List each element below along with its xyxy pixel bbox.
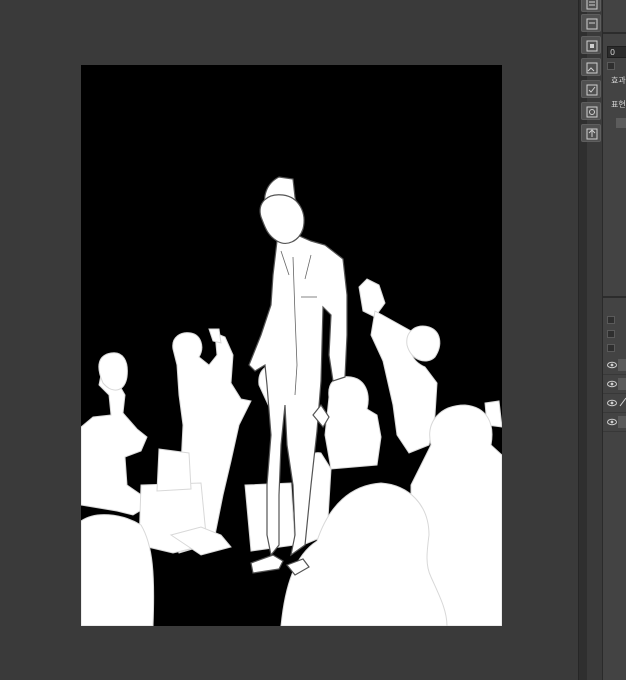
eye-icon[interactable] (607, 399, 617, 407)
panel-divider-2 (603, 296, 626, 298)
layer-row[interactable] (603, 356, 626, 375)
tool-button-2[interactable] (581, 14, 601, 32)
tool-button-7[interactable] (581, 124, 601, 142)
eye-icon[interactable] (607, 380, 617, 388)
tool-button-4[interactable] (581, 58, 601, 76)
layer-thumbnail (618, 378, 626, 390)
layer-row[interactable] (603, 413, 626, 432)
tool-button-6[interactable] (581, 102, 601, 120)
checkbox-small[interactable] (607, 62, 615, 70)
opacity-field[interactable]: 0 (607, 46, 626, 58)
checklist-icon (586, 84, 598, 96)
layer-option-box-3[interactable] (607, 344, 615, 352)
opacity-value: 0 (610, 48, 616, 57)
artboard[interactable] (81, 65, 502, 626)
eye-icon[interactable] (607, 361, 617, 369)
illustration (81, 65, 502, 626)
material-icon (586, 106, 598, 118)
frame-icon (586, 40, 598, 52)
right-panel: 0 효과 표현 (602, 0, 626, 680)
layer-option-box-2[interactable] (607, 330, 615, 338)
tool-button-1[interactable] (581, 0, 601, 12)
canvas-workspace[interactable] (0, 0, 578, 680)
layer-row[interactable] (603, 394, 626, 413)
layer-thumbnail (618, 416, 626, 428)
panel-grip[interactable] (616, 118, 626, 128)
panel-divider (603, 32, 626, 34)
image-icon (586, 62, 598, 74)
layer-option-box[interactable] (607, 316, 615, 324)
layer-thumbnail (618, 359, 626, 371)
document-icon (586, 18, 598, 30)
tool-button-5[interactable] (581, 80, 601, 98)
display-label: 표현 (611, 100, 626, 109)
tool-icon-column (580, 0, 602, 150)
layer-row[interactable] (603, 375, 626, 394)
effect-label: 효과 (611, 76, 626, 85)
tool-button-3[interactable] (581, 36, 601, 54)
layers-icon (586, 0, 598, 10)
pen-icon (619, 397, 626, 407)
export-icon (586, 128, 598, 140)
eye-icon[interactable] (607, 418, 617, 426)
